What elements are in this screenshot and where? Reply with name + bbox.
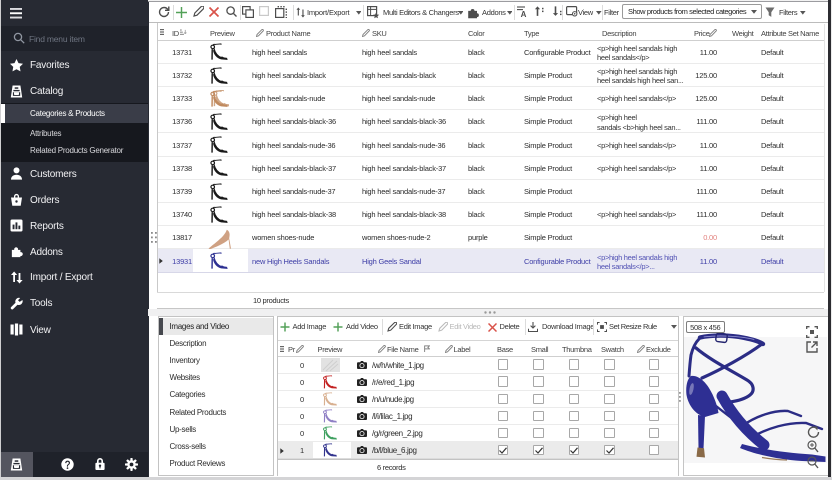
svg-text:A: A [521,10,527,17]
